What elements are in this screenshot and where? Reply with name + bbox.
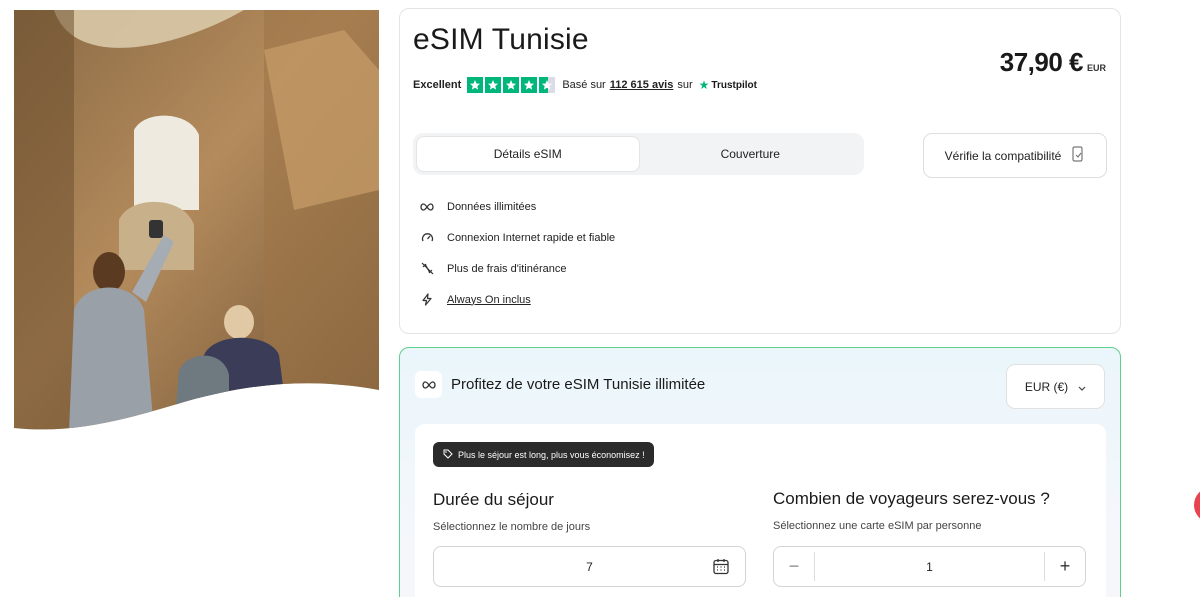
tab-coverage[interactable]: Couverture bbox=[640, 136, 862, 172]
feature-item: Always On inclus bbox=[420, 284, 615, 315]
travelers-value: 1 bbox=[926, 559, 933, 574]
offer-section: Profitez de votre eSIM Tunisie illimitée… bbox=[399, 347, 1121, 597]
travelers-title: Combien de voyageurs serez-vous ? bbox=[773, 489, 1050, 508]
star-icon bbox=[485, 77, 502, 93]
offer-header: Profitez de votre eSIM Tunisie illimitée bbox=[415, 371, 705, 398]
price: 37,90 € EUR bbox=[1000, 47, 1106, 78]
infinity-icon bbox=[415, 371, 442, 398]
chat-button[interactable] bbox=[1194, 487, 1200, 523]
travelers-stepper: − 1 + bbox=[773, 546, 1086, 587]
half-star-icon bbox=[539, 77, 556, 93]
price-currency: EUR bbox=[1086, 63, 1106, 73]
hero-image bbox=[14, 10, 379, 432]
chevron-down-icon bbox=[1078, 380, 1086, 394]
always-on-link[interactable]: Always On inclus bbox=[447, 294, 531, 306]
check-compatibility-button[interactable]: Vérifie la compatibilité bbox=[923, 133, 1107, 178]
travelers-subtitle: Sélectionnez une carte eSIM par personne bbox=[773, 520, 982, 532]
feature-label: Connexion Internet rapide et fiable bbox=[447, 231, 616, 244]
phone-check-icon bbox=[1071, 146, 1085, 165]
promo-badge: Plus le séjour est long, plus vous écono… bbox=[433, 442, 654, 467]
decrement-button[interactable]: − bbox=[774, 547, 814, 586]
feature-item: Plus de frais d'itinérance bbox=[420, 253, 615, 284]
lightning-icon bbox=[420, 293, 434, 307]
calendar-icon[interactable] bbox=[713, 558, 729, 578]
trustpilot-logo: ★ Trustpilot bbox=[699, 78, 757, 92]
star-icon bbox=[521, 77, 538, 93]
features-list: Données illimitées Connexion Internet ra… bbox=[420, 191, 615, 315]
duration-value: 7 bbox=[586, 559, 593, 574]
no-roaming-icon bbox=[420, 262, 434, 276]
trustpilot-star-icon: ★ bbox=[698, 78, 710, 92]
star-icon bbox=[503, 77, 520, 93]
rating-stars bbox=[467, 77, 556, 93]
page-title: eSIM Tunisie bbox=[413, 23, 589, 56]
feature-item: Connexion Internet rapide et fiable bbox=[420, 222, 615, 253]
duration-title: Durée du séjour bbox=[433, 490, 554, 509]
check-compatibility-label: Vérifie la compatibilité bbox=[944, 148, 1062, 163]
rating-label: Excellent bbox=[413, 79, 462, 91]
increment-button[interactable]: + bbox=[1045, 547, 1085, 586]
trustpilot-rating[interactable]: Excellent Basé sur 112 615 avis sur ★ Tr… bbox=[413, 77, 757, 93]
offer-title: Profitez de votre eSIM Tunisie illimitée bbox=[451, 376, 706, 393]
feature-label: Plus de frais d'itinérance bbox=[447, 262, 567, 275]
tag-icon bbox=[443, 449, 453, 461]
rating-on: sur bbox=[677, 79, 693, 91]
plan-config-panel: Plus le séjour est long, plus vous écono… bbox=[415, 424, 1106, 597]
feature-item: Données illimitées bbox=[420, 191, 615, 222]
currency-value: EUR (€) bbox=[1024, 379, 1069, 394]
price-value: 37,90 € bbox=[999, 47, 1084, 77]
tab-esim-details[interactable]: Détails eSIM bbox=[416, 136, 640, 172]
star-icon bbox=[467, 77, 484, 93]
reviews-count-link[interactable]: 112 615 avis bbox=[610, 79, 674, 91]
duration-subtitle: Sélectionnez le nombre de jours bbox=[433, 521, 591, 533]
duration-input[interactable]: 7 bbox=[433, 546, 746, 587]
speedometer-icon bbox=[420, 231, 434, 245]
infinity-icon bbox=[420, 200, 434, 214]
trustpilot-label: Trustpilot bbox=[711, 79, 757, 91]
product-card: eSIM Tunisie 37,90 € EUR Excellent Basé … bbox=[399, 8, 1121, 334]
currency-select[interactable]: EUR (€) bbox=[1006, 364, 1105, 409]
promo-text: Plus le séjour est long, plus vous écono… bbox=[458, 449, 645, 460]
feature-label: Données illimitées bbox=[447, 200, 537, 213]
rating-based-on: Basé sur bbox=[562, 79, 606, 91]
product-tabs: Détails eSIM Couverture bbox=[413, 133, 864, 175]
